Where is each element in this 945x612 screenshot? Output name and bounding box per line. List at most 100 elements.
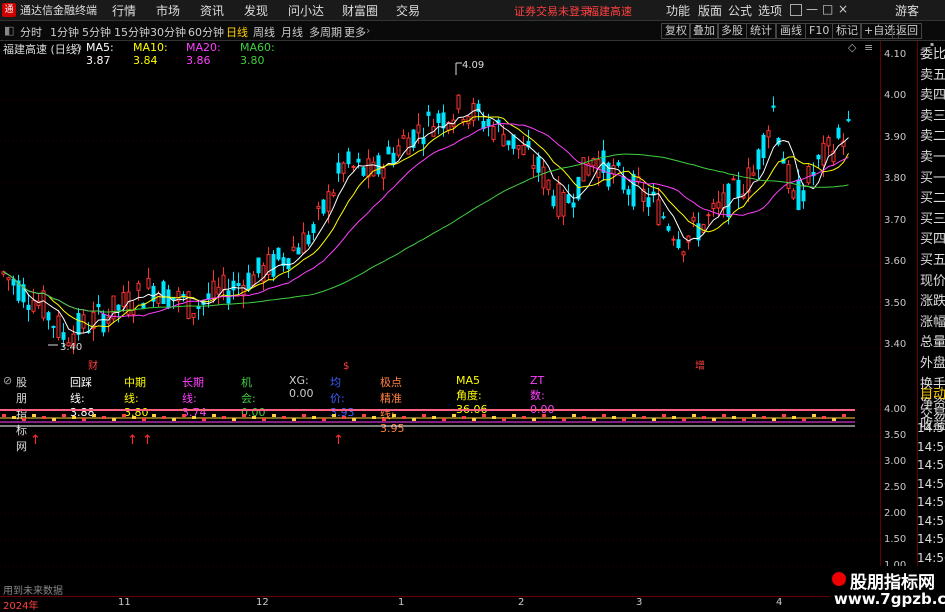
quote-panel-item[interactable]: 卖三 <box>920 107 945 127</box>
quote-panel-item[interactable]: 涨幅 <box>920 313 945 333</box>
kline-chart[interactable]: 4.09 3.40 财 $ 增 <box>0 55 880 373</box>
period-5min[interactable]: 5分钟 <box>82 24 111 40</box>
period-multi[interactable]: 多周期 <box>309 24 342 40</box>
indicator-mark <box>802 418 806 421</box>
quote-panel-item[interactable]: 买三 <box>920 210 945 230</box>
indicator-mark <box>52 418 56 421</box>
quote-panel-item[interactable]: 卖一 <box>920 148 945 168</box>
btn-fanhui[interactable]: 返回 <box>892 23 922 39</box>
candle-body <box>321 199 326 214</box>
btn-duogu[interactable]: 多股 <box>717 23 747 39</box>
quote-panel-item[interactable]: 现价 <box>920 272 945 292</box>
indicator-mark <box>262 418 266 421</box>
guest-label[interactable]: 游客 <box>895 2 919 19</box>
btn-tongji[interactable]: 统计 <box>746 23 776 39</box>
menu-banmian[interactable]: 版面 <box>698 2 722 19</box>
indicator-mark <box>502 418 506 421</box>
candle-body <box>351 165 356 168</box>
candle-body <box>336 162 341 174</box>
quote-panel-item[interactable]: 外盘 <box>920 354 945 374</box>
candle-body <box>31 300 36 312</box>
period-60min[interactable]: 60分钟 <box>188 24 224 40</box>
period-15min[interactable]: 15分钟 <box>114 24 150 40</box>
menu-faxian[interactable]: 发现 <box>244 2 268 19</box>
candle-body <box>511 134 516 149</box>
period-monthly[interactable]: 月线 <box>281 24 303 40</box>
menu-xuanxiang[interactable]: 选项 <box>758 2 782 19</box>
btn-biaoji[interactable]: 标记 <box>832 23 862 39</box>
quote-panel-item[interactable]: 买四 <box>920 230 945 250</box>
chart-diamond-icon[interactable]: ◇ <box>848 41 856 54</box>
menu-gongshi[interactable]: 公式 <box>728 2 752 19</box>
indicator-mark <box>812 414 816 417</box>
quote-panel-item[interactable]: 买一 <box>920 169 945 189</box>
menu-hangqing[interactable]: 行情 <box>112 2 136 19</box>
period-weekly[interactable]: 周线 <box>253 24 275 40</box>
menu-caifuquan[interactable]: 财富圈 <box>342 2 378 19</box>
period-1min[interactable]: 1分钟 <box>50 24 79 40</box>
candle-body <box>816 154 821 160</box>
indicator-settings-icon[interactable]: ⊘ <box>3 374 12 387</box>
quote-panel-item[interactable]: 卖二 <box>920 127 945 147</box>
candle-body <box>346 151 351 165</box>
indicator-chart[interactable]: ↑ ↑ ↑ ↑ <box>0 390 880 595</box>
indicator-mark <box>632 414 636 417</box>
price-axis-label: 4.00 <box>884 90 907 101</box>
event-mark-cai[interactable]: 财 <box>88 359 98 372</box>
minimize-icon[interactable]: — <box>806 2 818 16</box>
candle-body <box>326 191 331 212</box>
candle-body <box>101 313 106 333</box>
quote-panel-item[interactable]: 卖四 <box>920 86 945 106</box>
period-fenshi[interactable]: 分时 <box>20 24 42 40</box>
period-daily[interactable]: 日线 <box>226 24 248 40</box>
btn-huaxian[interactable]: 画线 <box>776 23 806 39</box>
indicator-mark <box>72 416 76 419</box>
menu-zixun[interactable]: 资讯 <box>200 2 224 19</box>
time-label: 14:56 <box>917 476 945 491</box>
x-axis-label: 2024年 <box>3 601 39 612</box>
indicator-mark <box>362 414 366 417</box>
ma-settings-icon[interactable]: ⊘ <box>73 41 82 54</box>
chart-menu-icon[interactable]: ≡ <box>864 41 873 54</box>
indicator-mark <box>832 418 836 421</box>
user-icon[interactable] <box>790 4 802 16</box>
period-more[interactable]: 更多 <box>344 24 366 40</box>
buy-arrow-icon: ↑ <box>142 433 153 448</box>
period-30min[interactable]: 30分钟 <box>150 24 186 40</box>
menu-wenxiaoda[interactable]: 问小达 <box>288 2 324 19</box>
candle-body <box>846 119 851 122</box>
ma60-line <box>3 153 849 313</box>
login-warning[interactable]: 证券交易未登录 <box>514 3 591 19</box>
candle-body <box>691 216 696 222</box>
btn-f10[interactable]: F10 <box>805 23 834 39</box>
sub-axis-label: 3.00 <box>884 456 907 467</box>
btn-diejia[interactable]: 叠加 <box>689 23 719 39</box>
btn-fuquan[interactable]: 复权 <box>661 23 691 39</box>
menu-jiaoyi[interactable]: 交易 <box>396 2 420 19</box>
candle-body <box>656 199 661 226</box>
indicator-mark <box>2 414 6 417</box>
indicator-mark <box>342 416 346 419</box>
indicator-mark <box>382 418 386 421</box>
maximize-icon[interactable]: □ <box>822 2 833 16</box>
quote-panel-item[interactable]: 买五 <box>920 251 945 271</box>
close-icon[interactable]: × <box>838 2 848 16</box>
quote-panel-item[interactable]: 卖五 <box>920 66 945 86</box>
event-mark-dollar[interactable]: $ <box>343 361 349 372</box>
quote-panel-item[interactable]: 买二 <box>920 189 945 209</box>
toolbar-expand-icon[interactable]: ◧ <box>4 24 14 37</box>
candle-body <box>61 332 66 340</box>
time-label: 14:56 <box>917 550 945 565</box>
more-chevron-icon[interactable]: › <box>366 24 370 37</box>
quote-panel-item[interactable]: 委比 <box>920 45 945 65</box>
menu-gongneng[interactable]: 功能 <box>666 2 690 19</box>
indicator-mark <box>592 418 596 421</box>
quote-panel-item[interactable]: 总量 <box>920 333 945 353</box>
period-toolbar: ◧ 分时 1分钟 5分钟 15分钟 30分钟 60分钟 日线 周线 月线 多周期… <box>0 21 945 41</box>
quote-panel-item[interactable]: 涨跌 <box>920 292 945 312</box>
candle-body <box>581 157 586 182</box>
candle-body <box>711 202 716 210</box>
quote-panel-item[interactable]: 自动 <box>920 385 945 405</box>
menu-shichang[interactable]: 市场 <box>156 2 180 19</box>
event-mark-zeng[interactable]: 增 <box>695 359 705 372</box>
